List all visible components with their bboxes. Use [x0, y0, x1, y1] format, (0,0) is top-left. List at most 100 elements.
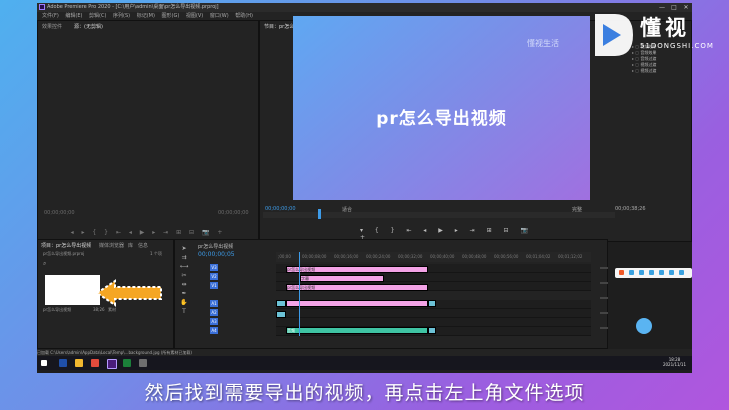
timeline-tab[interactable]: pr怎么导出视频 — [198, 243, 233, 250]
excel-taskbar-icon[interactable] — [123, 359, 131, 367]
menu-sequence[interactable]: 序列(S) — [113, 12, 130, 20]
timeline-clip-audio-end[interactable] — [428, 327, 436, 334]
timeline-timecode[interactable]: 00;00;00;05 — [198, 251, 235, 258]
tools-panel: ➤ ⇉ ⟷ ✂ ⇹ ✒ ✋ T — [178, 244, 190, 316]
tab-library[interactable]: 库 — [128, 242, 133, 249]
project-item-thumbnail[interactable] — [45, 275, 100, 305]
clock-date: 2021/11/11 — [662, 362, 686, 367]
timeline-clip-v1[interactable]: pr怎么导出视频 — [286, 284, 428, 291]
search-icon[interactable]: ⌕ — [43, 260, 46, 268]
windows-taskbar: 18:28 2021/11/11 — [37, 356, 692, 370]
browser-taskbar-icon[interactable] — [91, 359, 99, 367]
program-playhead[interactable] — [318, 209, 321, 219]
razor-tool-icon[interactable]: ✂ — [178, 271, 190, 280]
app-taskbar-icon[interactable] — [139, 359, 147, 367]
timeline-playhead-line[interactable] — [299, 252, 300, 336]
track-select-icon[interactable]: ⇉ — [178, 253, 190, 262]
explorer-taskbar-icon[interactable] — [75, 359, 83, 367]
status-bar: 已加载 C:\Users\admin\AppData\Local\Temp\..… — [37, 349, 692, 356]
track-a3[interactable] — [276, 318, 591, 327]
source-timecode-right: 00;00;00;00 — [218, 210, 249, 216]
track-label[interactable]: V2 — [210, 273, 218, 280]
program-transport-controls[interactable]: ▾ { } ⇤ ◂ ▶ ▸ ⇥ ⊞ ⊟ 📷 + — [360, 227, 540, 241]
timeline-clip-title[interactable]: pr怎么导出视频 — [286, 266, 428, 273]
orange-arrow-annotation — [95, 279, 162, 307]
ruler-tick: 00;00;32;00 — [398, 254, 423, 259]
tab-source[interactable]: 源：(无剪辑) — [74, 23, 103, 30]
project-item-duration: 38;26 — [93, 307, 105, 312]
maximize-button[interactable]: □ — [669, 3, 679, 12]
source-transport-controls[interactable]: ◂ ▸ { } ⇤ ◂ ▶ ▸ ⇥ ⊞ ⊟ 📷 + — [38, 229, 258, 237]
toolbar-icon[interactable] — [649, 270, 654, 275]
ruler-tick: ;00;00 — [278, 254, 291, 259]
close-button[interactable]: ✕ — [681, 3, 691, 12]
menu-file[interactable]: 文件(F) — [42, 12, 59, 20]
toolbar-icon[interactable] — [659, 270, 664, 275]
track-label[interactable]: A1 — [210, 300, 218, 307]
menu-graphics[interactable]: 图形(G) — [162, 12, 180, 20]
pen-tool-icon[interactable]: ✒ — [178, 289, 190, 298]
menu-view[interactable]: 视图(V) — [186, 12, 203, 20]
minimize-button[interactable]: — — [657, 3, 667, 12]
timeline-clip-a1[interactable] — [286, 300, 428, 307]
audio-meter — [598, 262, 610, 342]
video-subtitle: 然后找到需要导出的视频，再点击左上角文件选项 — [144, 382, 585, 404]
video-title-text: pr怎么导出视频 — [376, 109, 507, 129]
menu-help[interactable]: 帮助(H) — [235, 12, 253, 20]
hand-tool-icon[interactable]: ✋ — [178, 298, 190, 307]
tab-info[interactable]: 信息 — [138, 242, 148, 249]
taskbar-clock[interactable]: 18:28 2021/11/11 — [663, 357, 686, 367]
track-label[interactable]: V1 — [210, 282, 218, 289]
ruler-tick: 00;00;48;00 — [462, 254, 487, 259]
menu-window[interactable]: 窗口(W) — [210, 12, 229, 20]
ruler-tick: 00;00;16;00 — [334, 254, 359, 259]
timeline-clip-a1-start[interactable] — [276, 300, 286, 307]
floating-assistant-ball[interactable] — [636, 318, 652, 334]
tab-media-browser[interactable]: 媒体浏览器 — [99, 242, 124, 249]
menu-clip[interactable]: 剪辑(C) — [89, 12, 106, 20]
watermark-small: 懂视生活 — [527, 39, 559, 48]
tab-project[interactable]: 项目：pr怎么导出视频 — [41, 242, 91, 249]
logo-name: 懂视 — [640, 16, 690, 40]
floating-toolbar[interactable] — [615, 268, 692, 278]
track-label[interactable]: A4 — [210, 327, 218, 334]
ruler-tick: 00;01;12;02 — [558, 254, 583, 259]
timeline-clip-subtitle[interactable]: 字幕 — [300, 275, 384, 282]
toolbar-icon[interactable] — [679, 270, 684, 275]
start-icon[interactable] — [41, 360, 47, 366]
pr-taskbar-icon[interactable] — [107, 359, 117, 369]
toolbar-icon[interactable] — [639, 270, 644, 275]
logo-domain: 51DONGSHI.COM — [640, 42, 714, 50]
timeline-clip-audio[interactable]: 音频 — [286, 327, 428, 334]
premiere-taskbar-icon[interactable] — [59, 359, 67, 367]
timeline-clip-a1-end[interactable] — [428, 300, 436, 307]
item-count: 1 个项 — [150, 251, 162, 256]
tab-effect-controls[interactable]: 效果控件 — [42, 23, 62, 30]
ruler-tick: 00;00;40;00 — [430, 254, 455, 259]
track-label[interactable]: A2 — [210, 309, 218, 316]
type-tool-icon[interactable]: T — [178, 307, 190, 316]
timeline-clip-a2-start[interactable] — [276, 311, 286, 318]
track-label[interactable]: A3 — [210, 318, 218, 325]
menu-edit[interactable]: 编辑(E) — [65, 12, 82, 20]
selection-tool-icon[interactable]: ➤ — [178, 244, 190, 253]
track-label[interactable]: V3 — [210, 264, 218, 271]
toolbar-app-icon[interactable] — [619, 270, 624, 275]
source-panel: 效果控件 源：(无剪辑) 00;00;00;00 00;00;00;00 ◂ ▸… — [37, 20, 259, 242]
effects-item[interactable]: 视频过渡 — [632, 68, 690, 74]
toolbar-icon[interactable] — [669, 270, 674, 275]
premiere-app-icon — [39, 4, 45, 10]
ruler-tick: 00;00;08;00 — [302, 254, 327, 259]
source-timecode-left: 00;00;00;00 — [44, 210, 75, 216]
program-duration: 00;00;38;26 — [615, 206, 646, 212]
ripple-edit-icon[interactable]: ⟷ — [178, 262, 190, 271]
track-a2[interactable] — [276, 309, 591, 318]
program-scrub-bar[interactable] — [263, 209, 615, 219]
ruler-tick: 00;01;04;02 — [526, 254, 551, 259]
menu-marker[interactable]: 标记(M) — [137, 12, 155, 20]
ruler-tick: 00;00;56;00 — [494, 254, 519, 259]
timeline-ruler[interactable]: ;00;00 00;00;08;00 00;00;16;00 00;00;24;… — [276, 252, 591, 262]
window-title: Adobe Premiere Pro 2020 - [C:\用户\admin\桌… — [47, 4, 219, 10]
slip-tool-icon[interactable]: ⇹ — [178, 280, 190, 289]
toolbar-icon[interactable] — [629, 270, 634, 275]
